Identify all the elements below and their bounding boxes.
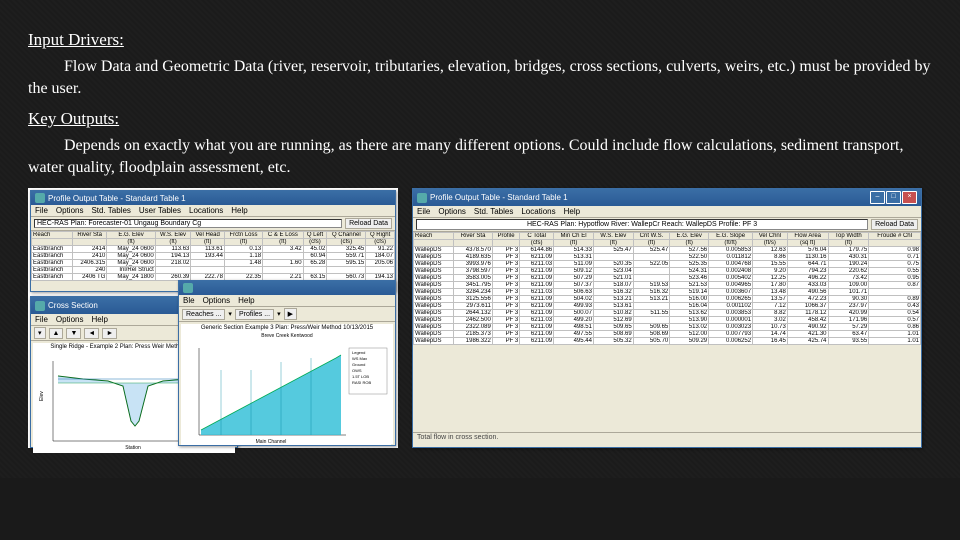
heading-key-outputs: Key Outputs:: [28, 109, 932, 129]
paragraph-input: Flow Data and Geometric Data (river, res…: [28, 56, 932, 99]
title: Profile Output Table - Standard Table 1: [48, 194, 186, 203]
window-generic-section: BleOptionsHelp Reaches ...▾Profiles ...▾…: [178, 280, 396, 446]
toolbar[interactable]: Reaches ...▾Profiles ...▾▶: [179, 307, 395, 322]
menubar[interactable]: EileOptionsStd. TablesLocationsHelp: [413, 206, 921, 218]
svg-text:RASI ROB: RASI ROB: [352, 380, 371, 385]
svg-text:1.5T LOB: 1.5T LOB: [352, 374, 369, 379]
app-icon: [35, 193, 45, 203]
play-icon: ▶: [284, 308, 297, 320]
profile-chart: LegendWS MaxGroundOWS1.5T LOBRASI ROB Ma…: [181, 340, 391, 445]
app-icon: [417, 193, 427, 203]
menubar[interactable]: FileOptionsStd. TablesUser TablesLocatio…: [31, 205, 395, 217]
chart-title: Generic Section Example 3 Plan: Press/We…: [181, 324, 393, 332]
svg-text:Main Channel: Main Channel: [256, 439, 287, 445]
plan-label: HEC-RAS Plan: Hypotflow River: WallepCr …: [416, 219, 868, 230]
svg-text:Station: Station: [125, 445, 141, 451]
figure-left: Profile Output Table - Standard Table 1 …: [28, 188, 398, 448]
maximize-icon[interactable]: □: [886, 191, 901, 204]
figure-right: Profile Output Table - Standard Table 1 –…: [412, 188, 922, 448]
app-icon: [183, 283, 193, 293]
paragraph-output: Depends on exactly what you are running,…: [28, 135, 932, 178]
minimize-icon[interactable]: –: [870, 191, 885, 204]
title: Cross Section: [48, 301, 98, 310]
svg-text:OWS: OWS: [352, 368, 362, 373]
window-profile-table-small: Profile Output Table - Standard Table 1 …: [30, 190, 396, 292]
large-output-table: ReachRiver StaProfileC TotalMin Ch ElW.S…: [413, 232, 921, 345]
status-bar: Total flow in cross section.: [413, 432, 921, 442]
app-icon: [35, 301, 45, 311]
reload-button[interactable]: Reload Data: [871, 219, 918, 230]
svg-text:WS Max: WS Max: [352, 356, 367, 361]
window-profile-table-large: Profile Output Table - Standard Table 1 –…: [412, 188, 922, 448]
menubar[interactable]: BleOptionsHelp: [179, 295, 395, 307]
svg-text:Legend: Legend: [352, 350, 365, 355]
plan-label: HEC-RAS Plan: Forecaster-01 Ungaug Bound…: [34, 219, 342, 228]
svg-text:Ground: Ground: [352, 362, 365, 367]
heading-input-drivers: Input Drivers:: [28, 30, 932, 50]
close-icon[interactable]: ×: [902, 191, 917, 204]
title: Profile Output Table - Standard Table 1: [430, 193, 568, 202]
svg-text:Elev: Elev: [39, 391, 45, 401]
small-output-table: ReachRiver StaE.G. ElevW.S. ElevVel Head…: [31, 231, 395, 281]
reload-button[interactable]: Reload Data: [345, 218, 392, 229]
